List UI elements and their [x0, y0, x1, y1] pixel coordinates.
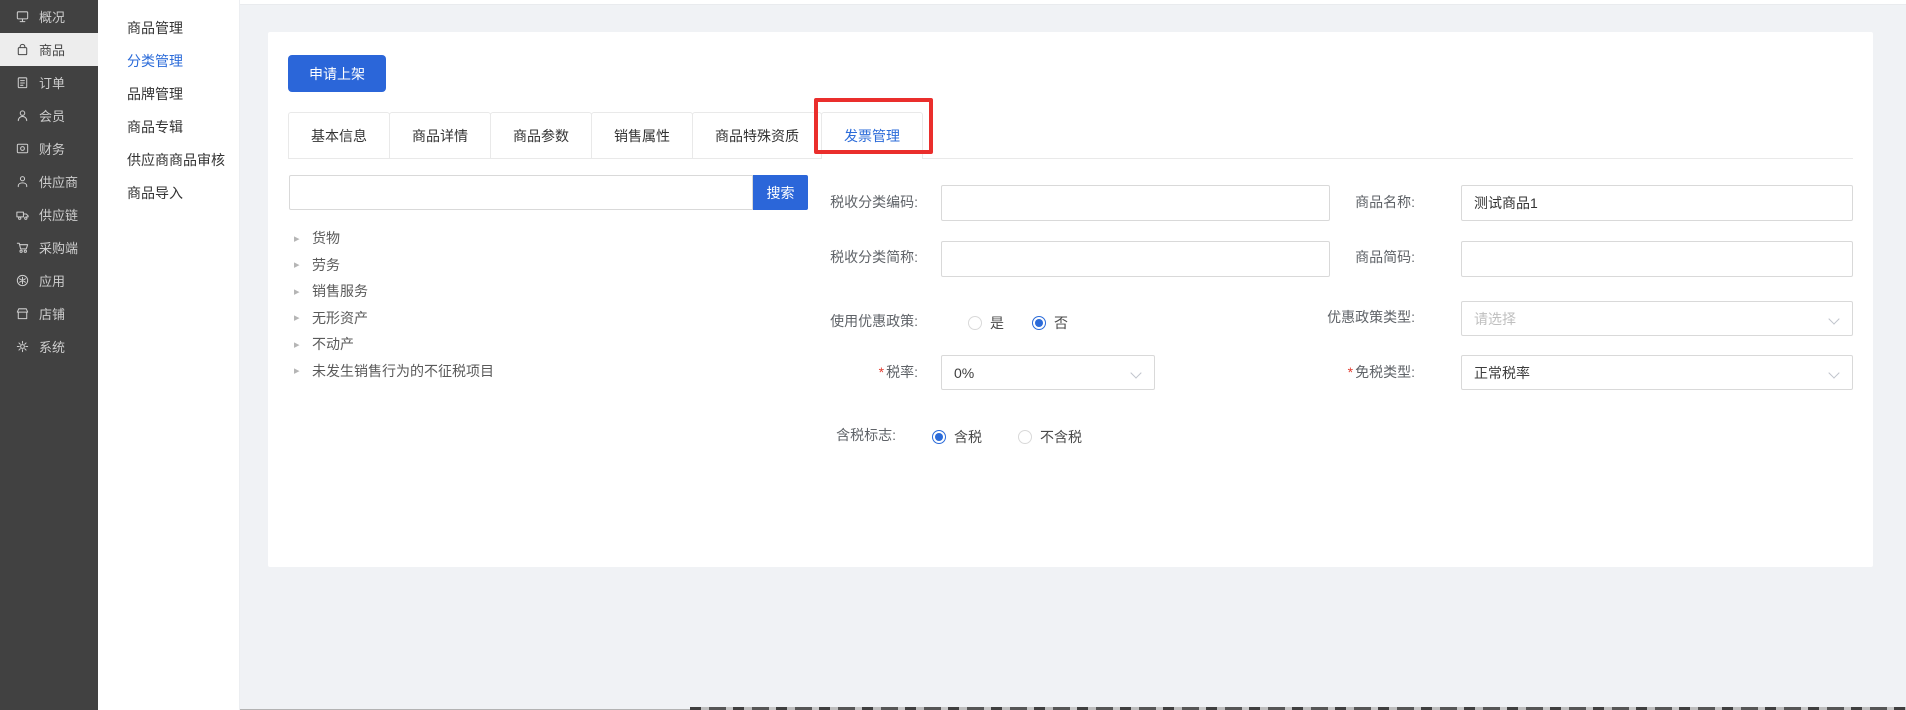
sidebar-item-label: 订单 — [39, 73, 65, 92]
tax-code-label: 税收分类编码: — [708, 194, 918, 211]
radio-unchecked-icon[interactable] — [1018, 430, 1032, 444]
tab-basic-info[interactable]: 基本信息 — [288, 112, 390, 158]
submenu-item-category-management[interactable]: 分类管理 — [98, 45, 239, 78]
tax-rate-label: *税率: — [708, 364, 918, 381]
tax-abbr-label: 税收分类简称: — [708, 249, 918, 266]
sidebar-item-suppliers[interactable]: 供应商 — [0, 165, 98, 198]
supplier-icon — [15, 174, 30, 189]
cart-icon — [15, 240, 30, 255]
tax-rate-select[interactable]: 0% — [941, 355, 1155, 390]
tree-node-goods[interactable]: ▸ 货物 — [294, 225, 494, 252]
sidebar-item-system[interactable]: 系统 — [0, 330, 98, 363]
submenu-item-goods-import[interactable]: 商品导入 — [98, 177, 239, 210]
sidebar-item-orders[interactable]: 订单 — [0, 66, 98, 99]
tab-label: 发票管理 — [844, 126, 900, 146]
supply-chain-icon — [15, 207, 30, 222]
required-asterisk: * — [879, 364, 884, 380]
sidebar-item-apps[interactable]: 应用 — [0, 264, 98, 297]
caret-right-icon[interactable]: ▸ — [294, 338, 302, 351]
sidebar-item-finance[interactable]: 财务 — [0, 132, 98, 165]
tab-sales-attributes[interactable]: 销售属性 — [591, 112, 693, 158]
free-tax-type-select[interactable]: 正常税率 — [1461, 355, 1853, 390]
caret-right-icon[interactable]: ▸ — [294, 285, 302, 298]
submenu-item-brand-management[interactable]: 品牌管理 — [98, 78, 239, 111]
policy-type-label: 优惠政策类型: — [1205, 309, 1415, 326]
sidebar-item-label: 供应链 — [39, 205, 78, 224]
policy-type-select[interactable]: 请选择 — [1461, 301, 1853, 336]
caret-right-icon[interactable]: ▸ — [294, 311, 302, 324]
sidebar-item-label: 财务 — [39, 139, 65, 158]
sidebar-item-label: 会员 — [39, 106, 65, 125]
sidebar-item-label: 店铺 — [39, 304, 65, 323]
product-name-label: 商品名称: — [1205, 194, 1415, 211]
sidebar-item-goods[interactable]: 商品 — [0, 33, 98, 66]
sidebar-item-label: 采购端 — [39, 238, 78, 257]
submenu-item-goods-album[interactable]: 商品专辑 — [98, 111, 239, 144]
monitor-icon — [15, 9, 30, 24]
product-code-label: 商品简码: — [1205, 249, 1415, 266]
required-asterisk: * — [1348, 364, 1353, 380]
content-card: 申请上架 基本信息 商品详情 商品参数 销售属性 商品特殊资质 发票管理 搜索 … — [268, 32, 1873, 567]
radio-checked-icon[interactable] — [1032, 316, 1046, 330]
caret-right-icon[interactable]: ▸ — [294, 258, 302, 271]
apps-icon — [15, 273, 30, 288]
radio-option-tax-excluded[interactable]: 不含税 — [1018, 427, 1082, 447]
chevron-down-icon — [1828, 367, 1839, 378]
submenu-item-supplier-goods-audit[interactable]: 供应商商品审核 — [98, 144, 239, 177]
bag-icon — [15, 42, 30, 57]
tab-bar: 基本信息 商品详情 商品参数 销售属性 商品特殊资质 发票管理 — [288, 112, 923, 158]
tax-category-search-input[interactable] — [289, 175, 753, 210]
top-strip — [240, 0, 1906, 5]
tab-goods-params[interactable]: 商品参数 — [490, 112, 592, 158]
tree-node-non-taxable-items[interactable]: ▸ 未发生销售行为的不征税项目 — [294, 358, 494, 385]
submenu-sidebar: 商品管理 分类管理 品牌管理 商品专辑 供应商商品审核 商品导入 — [98, 0, 240, 710]
member-icon — [15, 108, 30, 123]
radio-option-yes[interactable]: 是 — [968, 313, 1004, 333]
sidebar-item-label: 概况 — [39, 7, 65, 26]
use-policy-label: 使用优惠政策: — [708, 313, 918, 330]
tax-category-tree: ▸ 货物 ▸ 劳务 ▸ 销售服务 ▸ 无形资产 ▸ 不动产 ▸ 未发生销售行为的… — [294, 225, 494, 384]
product-name-input[interactable] — [1461, 185, 1853, 221]
shop-icon — [15, 306, 30, 321]
apply-listing-button[interactable]: 申请上架 — [288, 55, 386, 92]
radio-unchecked-icon[interactable] — [968, 316, 982, 330]
sidebar-item-supply-chain[interactable]: 供应链 — [0, 198, 98, 231]
tree-node-sales-services[interactable]: ▸ 销售服务 — [294, 278, 494, 305]
tab-goods-detail[interactable]: 商品详情 — [389, 112, 491, 158]
finance-icon — [15, 141, 30, 156]
order-icon — [15, 75, 30, 90]
gear-icon — [15, 339, 30, 354]
sidebar-item-label: 商品 — [39, 40, 65, 59]
sidebar-item-label: 应用 — [39, 271, 65, 290]
caret-right-icon[interactable]: ▸ — [294, 232, 302, 245]
tab-invoice-management[interactable]: 发票管理 — [821, 112, 923, 159]
chevron-down-icon — [1130, 367, 1141, 378]
primary-sidebar: 概况 商品 订单 会员 财务 供应商 供应链 采购端 — [0, 0, 98, 710]
product-code-input[interactable] — [1461, 241, 1853, 277]
app-root: 概况 商品 订单 会员 财务 供应商 供应链 采购端 — [0, 0, 1906, 710]
sidebar-item-overview[interactable]: 概况 — [0, 0, 98, 33]
tax-included-label: 含税标志: — [686, 427, 896, 444]
sidebar-item-shops[interactable]: 店铺 — [0, 297, 98, 330]
radio-option-tax-included[interactable]: 含税 — [932, 427, 982, 447]
use-policy-radio-group: 是 否 — [968, 313, 1068, 333]
radio-checked-icon[interactable] — [932, 430, 946, 444]
tree-node-labor[interactable]: ▸ 劳务 — [294, 252, 494, 279]
sidebar-item-label: 系统 — [39, 337, 65, 356]
tree-node-intangible-assets[interactable]: ▸ 无形资产 — [294, 305, 494, 332]
free-tax-type-label: *免税类型: — [1205, 364, 1415, 381]
tree-node-real-estate[interactable]: ▸ 不动产 — [294, 331, 494, 358]
chevron-down-icon — [1828, 313, 1839, 324]
tab-special-qualifications[interactable]: 商品特殊资质 — [692, 112, 822, 158]
caret-right-icon[interactable]: ▸ — [294, 364, 302, 377]
tax-included-radio-group: 含税 不含税 — [932, 427, 1082, 447]
sidebar-item-members[interactable]: 会员 — [0, 99, 98, 132]
sidebar-item-procurement[interactable]: 采购端 — [0, 231, 98, 264]
radio-option-no[interactable]: 否 — [1032, 313, 1068, 333]
submenu-item-goods-management[interactable]: 商品管理 — [98, 12, 239, 45]
sidebar-item-label: 供应商 — [39, 172, 78, 191]
tabs-bottom-border — [288, 158, 1853, 159]
